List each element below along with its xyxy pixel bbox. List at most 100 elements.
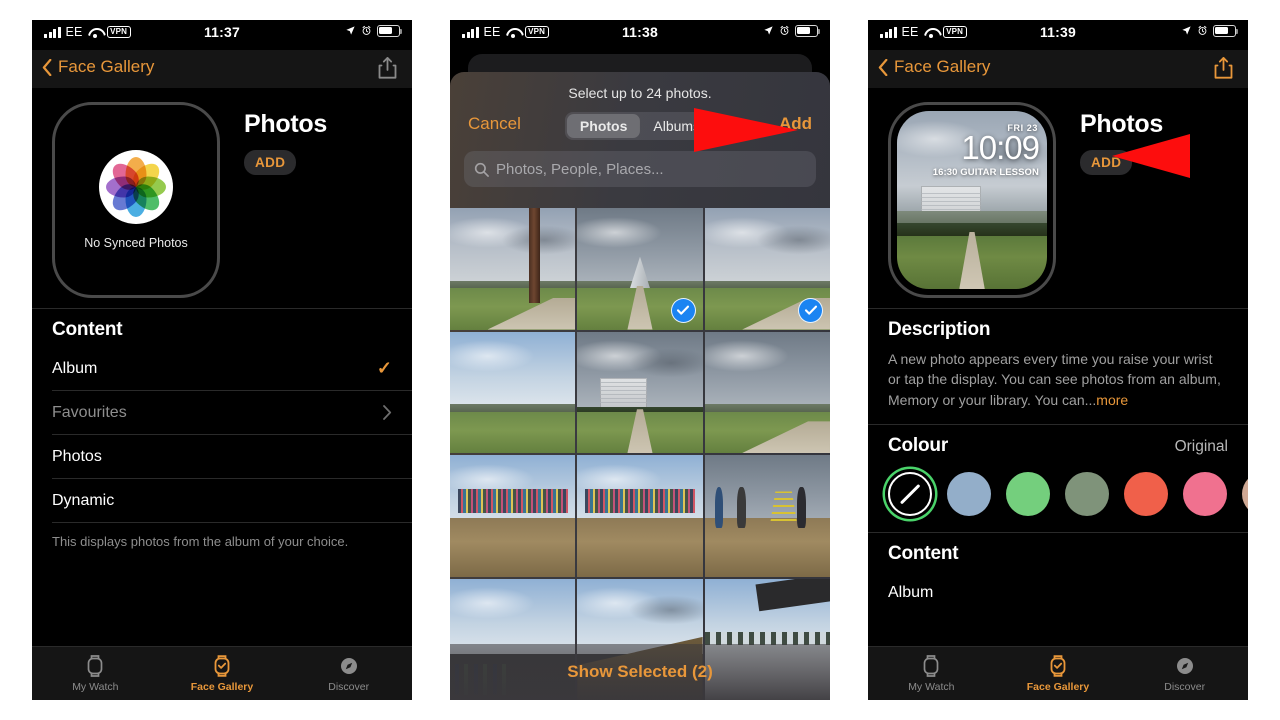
share-icon[interactable] xyxy=(377,56,398,80)
watch-face-time: 10:09 xyxy=(961,129,1040,166)
nav-bar: Face Gallery xyxy=(32,50,412,88)
sheet-note: Select up to 24 photos. xyxy=(568,85,712,101)
tab-face-gallery[interactable]: Face Gallery xyxy=(995,647,1122,700)
row-label: Favourites xyxy=(52,403,127,421)
row-label: Dynamic xyxy=(52,491,115,509)
location-arrow-icon xyxy=(346,26,355,35)
search-icon xyxy=(474,162,489,177)
row-album[interactable]: Album ✓ xyxy=(52,347,412,391)
more-link[interactable]: more xyxy=(1096,392,1128,408)
chevron-right-icon xyxy=(383,405,392,420)
colour-swatch-tan[interactable] xyxy=(1242,471,1248,516)
selected-check-icon xyxy=(798,297,823,323)
watch-face-event: 16:30 GUITAR LESSON xyxy=(932,167,1039,178)
share-icon[interactable] xyxy=(1213,56,1234,80)
tab-discover[interactable]: Discover xyxy=(285,647,412,700)
colour-value: Original xyxy=(1174,437,1228,455)
photo-cell[interactable] xyxy=(577,455,703,577)
tab-my-watch[interactable]: My Watch xyxy=(868,647,995,700)
photo-cell[interactable] xyxy=(577,331,703,453)
colour-swatch-list[interactable] xyxy=(868,463,1248,532)
chevron-left-icon xyxy=(878,58,888,76)
compass-icon xyxy=(1176,658,1193,674)
watch-screen: FRI 23 10:09 16:30 GUITAR LESSON xyxy=(897,111,1047,289)
search-placeholder: Photos, People, Places... xyxy=(496,160,664,178)
row-label: Album xyxy=(52,359,98,377)
watch-icon xyxy=(87,655,103,677)
photo-grid xyxy=(450,208,830,700)
photo-cell[interactable] xyxy=(577,208,703,330)
search-input[interactable]: Photos, People, Places... xyxy=(464,151,816,187)
face-meta: Photos ADD xyxy=(244,102,327,298)
watch-icon xyxy=(923,655,939,677)
content-section-title: Content xyxy=(52,319,123,340)
photo-cell[interactable] xyxy=(704,208,830,330)
face-title: Photos xyxy=(244,110,327,138)
row-album[interactable]: Album xyxy=(888,571,1248,615)
tab-my-watch[interactable]: My Watch xyxy=(32,647,159,700)
tab-label: Face Gallery xyxy=(190,681,254,693)
colour-header: Colour Original xyxy=(868,425,1248,463)
watch-preview: No Synced Photos xyxy=(52,102,220,298)
alarm-clock-icon xyxy=(362,26,371,36)
row-favourites[interactable]: Favourites xyxy=(52,391,412,435)
colour-swatch-sage[interactable] xyxy=(1065,471,1109,516)
row-photos[interactable]: Photos xyxy=(52,435,412,479)
back-button[interactable]: Face Gallery xyxy=(42,57,154,77)
row-label: Photos xyxy=(52,447,102,465)
tab-label: Face Gallery xyxy=(1026,681,1090,693)
colour-swatch-blue-grey[interactable] xyxy=(947,471,991,516)
photo-cell[interactable] xyxy=(704,331,830,453)
watch-preview: FRI 23 10:09 16:30 GUITAR LESSON xyxy=(888,102,1056,298)
content-section: Content Album ✓ Favourites Photos Dynami… xyxy=(32,308,412,551)
tab-label: My Watch xyxy=(908,681,955,693)
colour-swatch-green[interactable] xyxy=(1006,471,1050,516)
photo-cell[interactable] xyxy=(450,208,576,330)
colour-swatch-red[interactable] xyxy=(1124,471,1168,516)
description-text: A new photo appears every time you raise… xyxy=(888,351,1221,408)
status-right xyxy=(763,25,820,37)
phone-panel-3: EE VPN 11:39 Face Gallery FRI 23 10:09 1… xyxy=(868,20,1248,700)
tab-label: My Watch xyxy=(72,681,119,693)
alarm-clock-icon xyxy=(1198,26,1207,36)
checkmark-icon: ✓ xyxy=(376,358,392,378)
face-gallery-icon xyxy=(1050,655,1066,677)
status-bar: EE VPN 11:38 xyxy=(450,20,830,50)
row-dynamic[interactable]: Dynamic xyxy=(52,479,412,523)
row-label: Album xyxy=(888,583,934,601)
back-label: Face Gallery xyxy=(58,57,155,76)
tab-label: Discover xyxy=(328,681,370,693)
status-bar: EE VPN 11:39 xyxy=(868,20,1248,50)
face-meta: Photos ADD xyxy=(1080,102,1163,298)
tab-face-gallery[interactable]: Face Gallery xyxy=(159,647,286,700)
colour-swatch-none[interactable] xyxy=(888,471,932,516)
no-synced-photos-label: No Synced Photos xyxy=(84,236,188,250)
status-bar: EE VPN 11:37 xyxy=(32,20,412,50)
tab-bar: My Watch Face Gallery Discover xyxy=(868,646,1248,700)
colour-title: Colour xyxy=(888,434,949,456)
segment-photos[interactable]: Photos xyxy=(566,114,641,138)
face-header: No Synced Photos Photos ADD xyxy=(32,88,412,308)
tab-label: Discover xyxy=(1164,681,1206,693)
chevron-left-icon xyxy=(42,58,52,76)
location-arrow-icon xyxy=(764,26,773,35)
photos-app-icon xyxy=(99,150,173,224)
tab-discover[interactable]: Discover xyxy=(1121,647,1248,700)
segmented-control[interactable]: Photos Albums xyxy=(564,112,716,140)
photo-cell[interactable] xyxy=(450,455,576,577)
photo-cell[interactable] xyxy=(450,331,576,453)
photo-cell[interactable] xyxy=(704,455,830,577)
battery-icon xyxy=(1213,25,1238,37)
cancel-button[interactable]: Cancel xyxy=(468,114,521,134)
back-button[interactable]: Face Gallery xyxy=(878,57,990,77)
compass-icon xyxy=(340,658,357,674)
location-arrow-icon xyxy=(1182,26,1191,35)
add-button[interactable]: ADD xyxy=(244,150,297,175)
description-body: A new photo appears every time you raise… xyxy=(868,347,1248,424)
status-right xyxy=(345,25,402,37)
colour-section: Colour Original xyxy=(868,423,1248,532)
colour-swatch-pink[interactable] xyxy=(1183,471,1227,516)
phone-panel-1: EE VPN 11:37 Face Gallery No Synced Phot… xyxy=(32,20,412,700)
show-selected-button[interactable]: Show Selected (2) xyxy=(450,644,830,700)
content-note: This displays photos from the album of y… xyxy=(52,534,349,549)
